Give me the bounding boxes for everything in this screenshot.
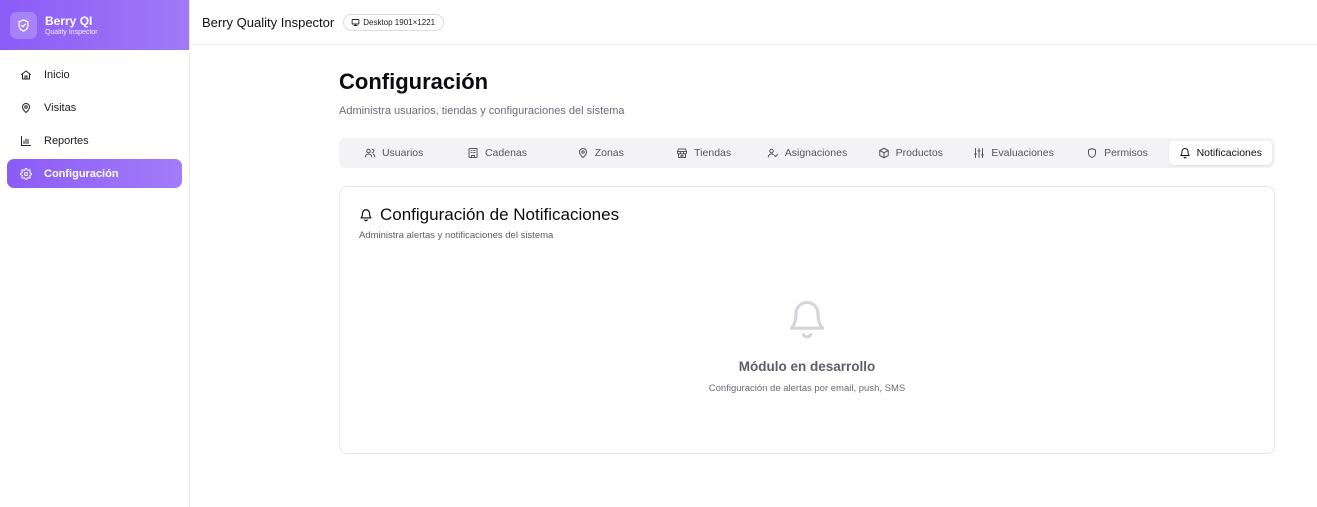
tab-label: Permisos: [1104, 147, 1148, 159]
tab-cadenas[interactable]: Cadenas: [445, 141, 548, 165]
card-title: Configuración de Notificaciones: [380, 205, 620, 224]
sidebar-item-configuracion[interactable]: Configuración: [7, 159, 182, 188]
tab-zonas[interactable]: Zonas: [549, 141, 652, 165]
sidebar-item-visitas[interactable]: Visitas: [7, 93, 182, 122]
empty-state-subtitle: Configuración de alertas por email, push…: [708, 383, 906, 394]
bar-chart-icon: [19, 134, 32, 147]
top-bar: Berry Quality Inspector Desktop 1901×122…: [190, 0, 1317, 45]
tab-productos[interactable]: Productos: [859, 141, 962, 165]
tab-label: Zonas: [594, 147, 624, 159]
tab-label: Cadenas: [484, 147, 527, 159]
sidebar-item-label: Configuración: [44, 167, 119, 180]
sidebar-nav: Inicio Visitas Reportes Configuración: [0, 50, 189, 188]
users-icon: [364, 147, 376, 159]
viewport-badge-label: Desktop 1901×1221: [363, 17, 436, 27]
empty-state: Módulo en desarrollo Configuración de al…: [340, 297, 1274, 394]
user-check-icon: [767, 147, 779, 159]
shield-check-icon: [10, 11, 37, 39]
tab-evaluaciones[interactable]: Evaluaciones: [962, 141, 1065, 165]
shield-icon: [1086, 147, 1098, 159]
sidebar: Berry QI Quality Inspector Inicio Visita…: [0, 0, 190, 507]
map-pin-icon: [577, 147, 589, 159]
tab-label: Asignaciones: [784, 147, 848, 159]
brand-title: Berry QI: [45, 13, 93, 28]
settings-tabs: Usuarios Cadenas Zonas Tiendas Asignacio…: [339, 138, 1275, 168]
map-pin-icon: [19, 101, 32, 114]
tab-label: Evaluaciones: [991, 147, 1054, 159]
bell-icon: [1179, 147, 1191, 159]
tab-tiendas[interactable]: Tiendas: [652, 141, 755, 165]
sidebar-item-label: Reportes: [44, 134, 89, 147]
card-subtitle: Administra alertas y notificaciones del …: [359, 230, 554, 241]
sidebar-item-label: Visitas: [44, 101, 77, 114]
bell-icon: [785, 297, 829, 341]
tab-label: Usuarios: [381, 147, 424, 159]
tab-permisos[interactable]: Permisos: [1065, 141, 1168, 165]
empty-state-title: Módulo en desarrollo: [738, 359, 876, 374]
tab-asignaciones[interactable]: Asignaciones: [755, 141, 858, 165]
sidebar-item-reportes[interactable]: Reportes: [7, 126, 182, 155]
page-title: Configuración: [339, 69, 489, 94]
card-header: Configuración de Notificaciones: [359, 205, 619, 225]
sidebar-item-inicio[interactable]: Inicio: [7, 60, 182, 89]
app-title: Berry Quality Inspector: [202, 14, 335, 30]
brand-header[interactable]: Berry QI Quality Inspector: [0, 0, 189, 50]
page-subtitle: Administra usuarios, tiendas y configura…: [339, 105, 625, 117]
store-icon: [676, 147, 688, 159]
sidebar-item-label: Inicio: [44, 68, 70, 81]
gear-icon: [19, 167, 32, 180]
buildings-icon: [467, 147, 479, 159]
brand-text: Berry QI Quality Inspector: [45, 15, 98, 36]
tab-label: Tiendas: [694, 147, 732, 159]
app-root: Berry QI Quality Inspector Inicio Visita…: [0, 0, 1317, 507]
viewport-badge: Desktop 1901×1221: [343, 13, 445, 31]
tab-usuarios[interactable]: Usuarios: [342, 141, 445, 165]
notifications-card: Configuración de Notificaciones Administ…: [339, 186, 1275, 454]
tab-label: Productos: [895, 147, 943, 159]
sliders-icon: [973, 147, 985, 159]
home-icon: [19, 68, 32, 81]
monitor-icon: [351, 18, 360, 27]
bell-icon: [359, 208, 373, 222]
brand-subtitle: Quality Inspector: [45, 28, 98, 36]
package-icon: [878, 147, 890, 159]
tab-notificaciones[interactable]: Notificaciones: [1168, 141, 1272, 165]
tab-label: Notificaciones: [1196, 147, 1262, 159]
